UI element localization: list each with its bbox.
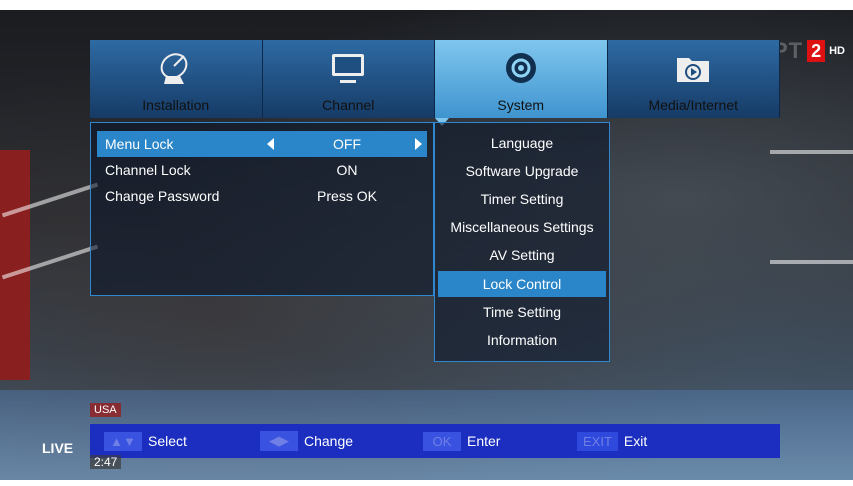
tab-system[interactable]: System [435,40,608,118]
ring-rope [770,260,853,264]
live-badge: LIVE [42,440,74,456]
arrow-left-icon[interactable] [267,138,274,150]
help-select: ▲▼ Select [104,431,187,451]
help-label: Select [148,433,187,449]
tv-icon [332,54,365,83]
ring-post [0,150,30,380]
menu-item-av-setting[interactable]: AV Setting [438,242,606,268]
menu-item-timer-setting[interactable]: Timer Setting [438,186,606,212]
help-exit: EXIT Exit [577,431,648,451]
match-clock: 2:47 [90,455,122,469]
setting-label: Channel Lock [105,162,191,178]
channel-number: 2 [807,40,826,62]
menu-item-time-setting[interactable]: Time Setting [438,299,606,325]
tab-label: Media/Internet [648,97,739,113]
tab-installation[interactable]: Installation [90,40,263,118]
gear-icon [505,53,536,83]
setting-row-channel-lock[interactable]: Channel Lock ON [97,157,427,183]
help-enter: OK Enter [423,431,501,451]
menu-item-lock-control[interactable]: Lock Control [438,271,606,297]
left-right-key-icon: ◀▶ [260,431,298,451]
tab-label: Channel [322,97,375,113]
setting-row-menu-lock[interactable]: Menu Lock OFF [97,131,427,157]
system-submenu: Language Software Upgrade Timer Setting … [434,122,610,362]
channel-quality: HD [829,45,845,57]
satellite-dish-icon [160,53,188,84]
tab-label: Installation [142,97,210,113]
help-label: Enter [467,433,501,449]
up-down-key-icon: ▲▼ [104,431,142,451]
help-label: Change [304,433,354,449]
setting-label: Menu Lock [105,136,174,152]
country-tag: USA [90,403,121,417]
score-overlay: USA [90,403,121,417]
menu-item-software-upgrade[interactable]: Software Upgrade [438,158,606,184]
menu-item-language[interactable]: Language [438,130,606,156]
exit-key-icon: EXIT [577,431,618,451]
lock-control-panel: Menu Lock OFF Channel Lock ON Change Pas… [90,122,434,296]
arrow-right-icon[interactable] [415,138,422,150]
help-change: ◀▶ Change [260,431,353,451]
tab-channel[interactable]: Channel [262,40,435,118]
main-menu-bar: Installation Channel System Media/Intern… [90,40,780,118]
menu-item-miscellaneous-settings[interactable]: Miscellaneous Settings [438,214,606,240]
setting-value: OFF [333,136,361,152]
menu-item-information[interactable]: Information [438,327,606,353]
media-folder-icon [677,58,710,82]
tab-label: System [497,97,545,113]
help-label: Exit [623,433,648,449]
ok-key-icon: OK [423,431,461,451]
setting-value: ON [336,162,358,178]
help-bar: ▲▼ Select ◀▶ Change OK Enter EXIT Exit [90,424,780,458]
setting-label: Change Password [105,188,220,204]
setting-value: Press OK [317,188,377,204]
setting-row-change-password[interactable]: Change Password Press OK [97,183,427,209]
ring-rope [770,150,853,154]
tab-media-internet[interactable]: Media/Internet [607,40,780,118]
